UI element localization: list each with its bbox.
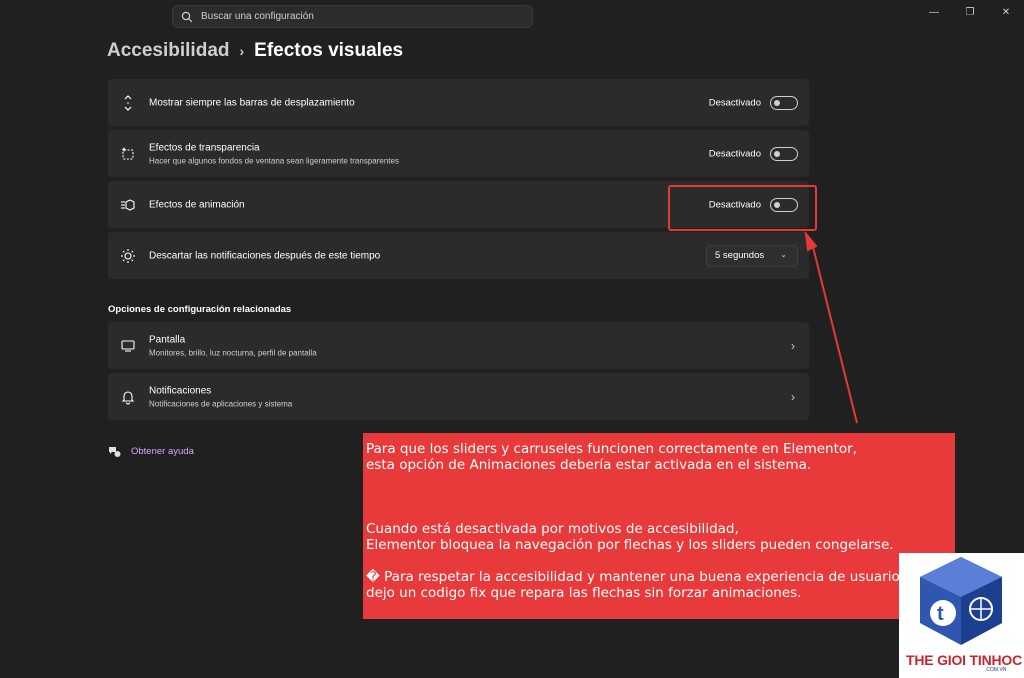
note-line: dejo un codigo fix que repara las flecha… [366,585,802,601]
note-line: Elementor bloquea la navegación por flec… [366,537,894,553]
note-line: Para que los sliders y carruseles funcio… [366,441,857,457]
watermark-domain: .COM.VN [985,667,1007,673]
watermark-brand: THE GIOI TINHOC [906,652,1023,668]
svg-text:t: t [937,603,944,625]
note-line: Cuando está desactivada por motivos de a… [366,521,739,537]
note-line: � Para respetar la accesibilidad y mante… [366,569,938,585]
note-line: esta opción de Animaciones debería estar… [366,457,812,473]
watermark-logo: t THE GIOI TINHOC .COM.VN [899,553,1024,678]
annotation-note: Para que los sliders y carruseles funcio… [363,433,955,619]
cube-logo-icon: t [920,557,1002,645]
